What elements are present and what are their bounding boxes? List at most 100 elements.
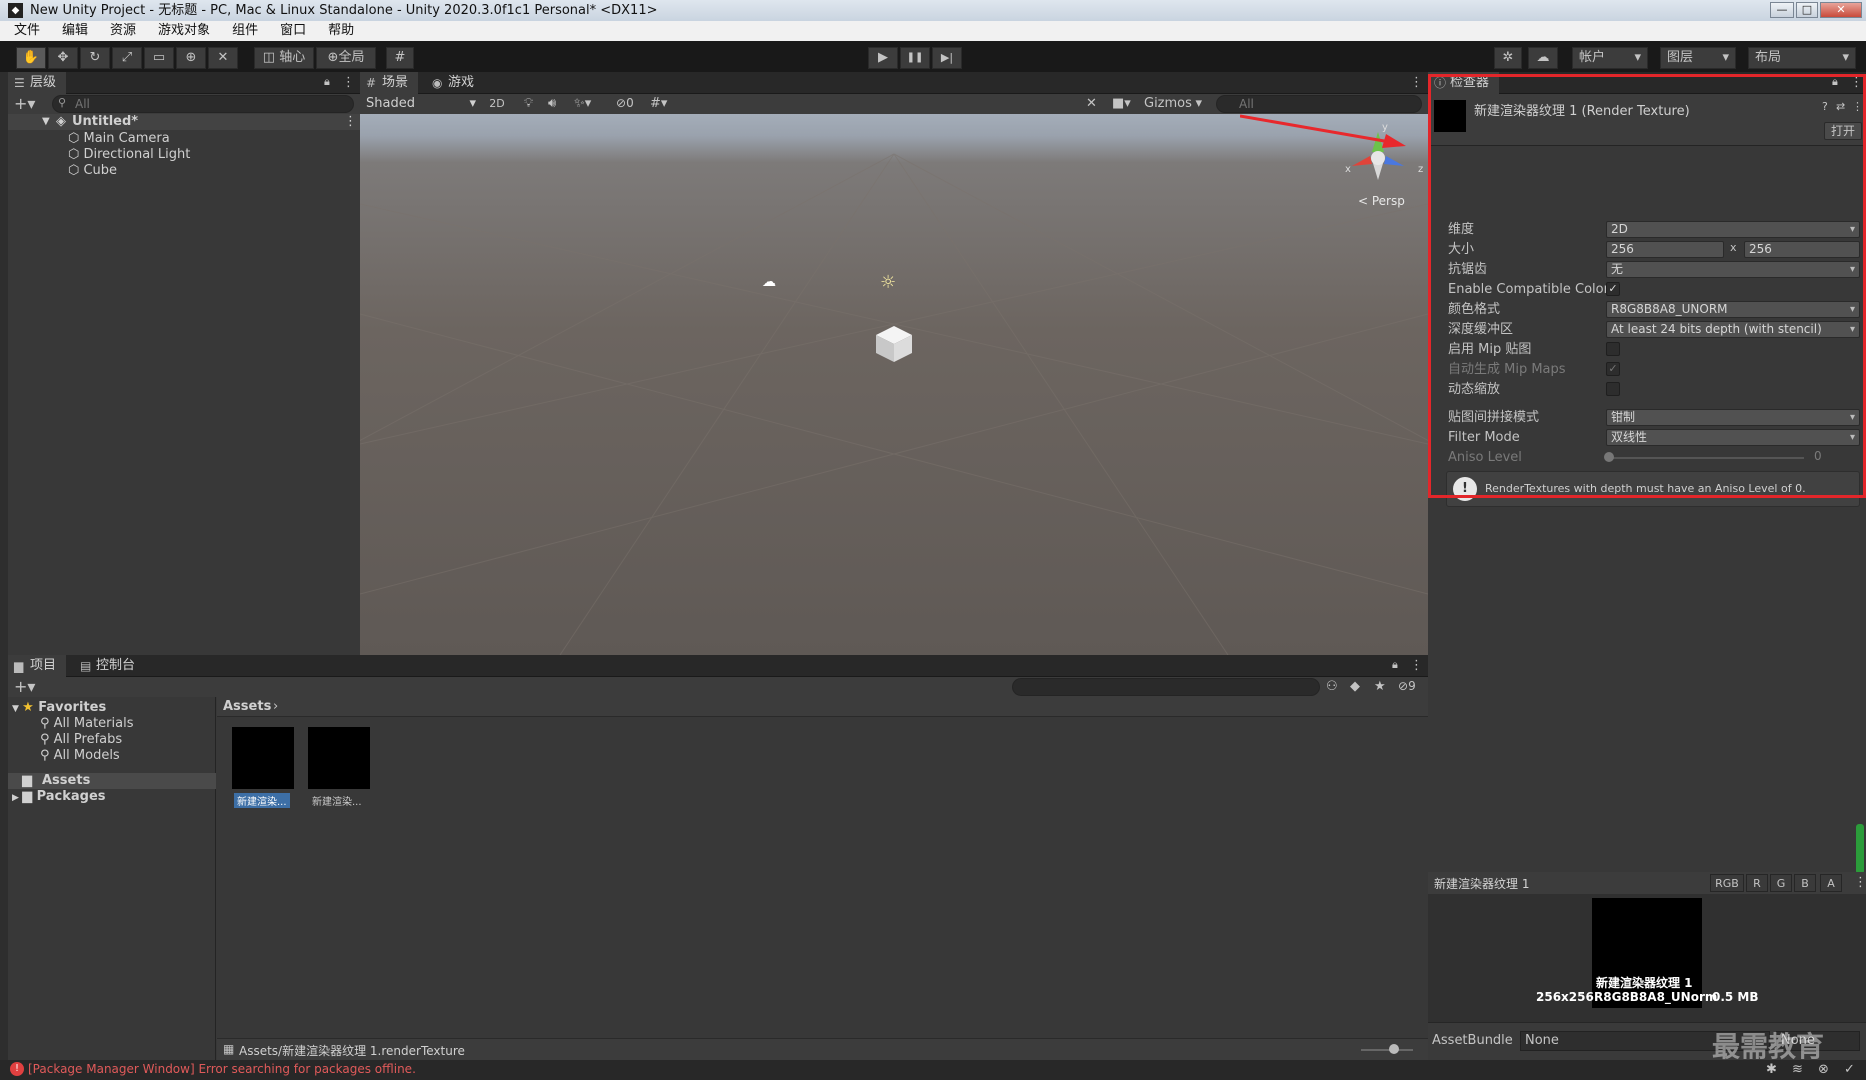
collab-icon[interactable]: ✲ <box>1494 47 1522 69</box>
menu-component[interactable]: 组件 <box>218 21 266 41</box>
network-icon[interactable]: ⊗ <box>1818 1062 1829 1077</box>
tab-project[interactable]: ▆ 项目 <box>8 655 67 677</box>
asset-thumbnail[interactable] <box>232 727 294 789</box>
channel-g[interactable]: G <box>1770 874 1792 892</box>
tab-game[interactable]: ◉ 游戏 <box>426 72 484 94</box>
more-icon[interactable]: ⋮ <box>1852 100 1863 113</box>
menu-edit[interactable]: 编辑 <box>48 21 96 41</box>
aniso-slider-handle[interactable] <box>1604 452 1614 462</box>
layers-dropdown[interactable]: 图层 ▾ <box>1660 47 1736 69</box>
enable-mipmap-checkbox[interactable] <box>1606 342 1620 356</box>
check-circle-icon[interactable]: ✓ <box>1844 1062 1855 1077</box>
scale-tool-icon[interactable]: ⤢ <box>112 47 142 69</box>
zoom-slider-track[interactable] <box>1361 1049 1413 1051</box>
account-dropdown[interactable]: 帐户 ▾ <box>1572 47 1648 69</box>
filter-mode-dropdown[interactable]: 双线性 <box>1606 429 1860 446</box>
close-button[interactable]: ✕ <box>1820 2 1862 18</box>
scene-search-input[interactable] <box>1216 95 1422 113</box>
shading-dropdown[interactable]: Shaded ▾ <box>362 95 480 113</box>
more-icon[interactable]: ⋮ <box>1850 75 1863 90</box>
menu-window[interactable]: 窗口 <box>266 21 314 41</box>
layout-dropdown[interactable]: 布局 ▾ <box>1748 47 1856 69</box>
light-gizmo-icon[interactable]: ☼ <box>880 272 896 293</box>
asset-label-selected[interactable]: 新建渲染... <box>234 793 290 808</box>
pause-button[interactable]: ❚❚ <box>900 47 930 69</box>
minimize-button[interactable]: — <box>1770 2 1794 18</box>
toggle-2d-button[interactable]: 2D <box>484 95 510 113</box>
wrap-mode-dropdown[interactable]: 钳制 <box>1606 409 1860 426</box>
transform-tool-icon[interactable]: ⊕ <box>176 47 206 69</box>
tab-console[interactable]: ▤ 控制台 <box>74 655 145 677</box>
compatible-color-checkbox[interactable]: ✓ <box>1606 282 1620 296</box>
packages-folder-item[interactable]: ▶ ▆ Packages <box>12 789 106 805</box>
favorite-item[interactable]: ⚲ All Prefabs <box>40 732 122 748</box>
aniso-slider-track[interactable] <box>1608 457 1804 459</box>
effects-icon[interactable]: ✨︎▾ <box>574 96 591 111</box>
open-button[interactable]: 打开 <box>1824 122 1862 140</box>
status-error-text[interactable]: [Package Manager Window] Error searching… <box>28 1062 416 1076</box>
scene-row[interactable]: ▼ ◈ Untitled* ⋮ <box>8 114 360 130</box>
bug-icon[interactable]: ✱ <box>1766 1062 1777 1077</box>
maximize-button[interactable]: □ <box>1796 2 1818 18</box>
favorite-icon[interactable]: ★ <box>1374 679 1386 694</box>
custom-tool-icon[interactable]: ✕ <box>208 47 238 69</box>
filter-label-icon[interactable]: ◆ <box>1350 679 1360 694</box>
aniso-value[interactable]: 0 <box>1814 449 1822 463</box>
hierarchy-search-input[interactable] <box>52 95 354 113</box>
grid-toggle-icon[interactable]: #▾ <box>650 96 667 111</box>
menu-assets[interactable]: 资源 <box>96 21 144 41</box>
tab-scene[interactable]: # 场景 <box>360 72 419 94</box>
layers-status-icon[interactable]: ≋ <box>1792 1062 1803 1077</box>
dimension-dropdown[interactable]: 2D <box>1606 221 1860 238</box>
light-icon[interactable]: 💡︎ <box>524 96 533 111</box>
menu-file[interactable]: 文件 <box>0 21 48 41</box>
menu-gameobject[interactable]: 游戏对象 <box>144 21 218 41</box>
asset-thumbnail[interactable] <box>308 727 370 789</box>
hand-tool-icon[interactable]: ✋ <box>16 47 46 69</box>
channel-a[interactable]: A <box>1820 874 1842 892</box>
lock-icon[interactable]: 🔒︎ <box>1392 658 1398 672</box>
play-button[interactable]: ▶ <box>868 47 898 69</box>
size-height-field[interactable]: 256 <box>1744 241 1860 258</box>
move-tool-icon[interactable]: ✥ <box>48 47 78 69</box>
tab-inspector[interactable]: ⓘ 检查器 <box>1428 72 1500 94</box>
menu-help[interactable]: 帮助 <box>314 21 362 41</box>
lock-icon[interactable]: 🔒︎ <box>1832 75 1838 89</box>
auto-mipmap-checkbox[interactable]: ✓ <box>1606 362 1620 376</box>
projection-label[interactable]: < Persp <box>1358 194 1405 208</box>
favorite-item[interactable]: ⚲ All Models <box>40 748 120 764</box>
project-search-input[interactable] <box>1012 678 1320 696</box>
favorite-item[interactable]: ⚲ All Materials <box>40 716 134 732</box>
hierarchy-item[interactable]: ⬡ Main Camera <box>68 131 170 147</box>
hidden-packages-icon[interactable]: ⊘9 <box>1398 679 1416 693</box>
camera-gizmo-icon[interactable]: ☁ <box>762 274 776 290</box>
more-icon[interactable]: ⋮ <box>342 75 355 90</box>
cloud-icon[interactable]: ☁ <box>1528 47 1558 69</box>
step-button[interactable]: ▶| <box>932 47 962 69</box>
asset-label[interactable]: 新建渲染... <box>312 793 362 808</box>
assets-folder-item[interactable]: ▆ Assets <box>8 773 216 789</box>
grid-snap-icon[interactable]: # <box>386 47 414 69</box>
favorites-item[interactable]: ▼ ★ Favorites <box>12 700 106 716</box>
anti-aliasing-dropdown[interactable]: 无 <box>1606 261 1860 278</box>
pivot-toggle[interactable]: ◫ 轴心 <box>254 47 314 69</box>
channel-rgb[interactable]: RGB <box>1710 874 1744 892</box>
gizmos-dropdown[interactable]: Gizmos ▾ <box>1140 95 1204 113</box>
scene-more-icon[interactable]: ⋮ <box>344 114 357 130</box>
preview-scrollbar[interactable] <box>1856 824 1864 874</box>
more-icon[interactable]: ⋮ <box>1410 658 1423 673</box>
expand-arrow-icon[interactable]: ▼ <box>42 114 50 130</box>
preset-icon[interactable]: ⇄ <box>1836 100 1845 113</box>
audio-icon[interactable]: 🔊︎ <box>548 96 556 111</box>
channel-r[interactable]: R <box>1746 874 1768 892</box>
hidden-objects-icon[interactable]: ⊘0 <box>616 96 634 110</box>
breadcrumb-assets[interactable]: Assets <box>223 699 271 714</box>
scene-viewport[interactable]: ☁ ☼ x z y < Persp <box>360 114 1428 655</box>
depth-buffer-dropdown[interactable]: At least 24 bits depth (with stencil) <box>1606 321 1860 338</box>
dynamic-scaling-checkbox[interactable] <box>1606 382 1620 396</box>
tools-icon[interactable]: ✕ <box>1086 96 1097 111</box>
zoom-slider-handle[interactable] <box>1389 1044 1399 1054</box>
filter-type-icon[interactable]: ⚇ <box>1326 679 1338 694</box>
global-toggle[interactable]: ⊕全局 <box>316 47 376 69</box>
more-icon[interactable]: ⋮ <box>1854 875 1866 890</box>
